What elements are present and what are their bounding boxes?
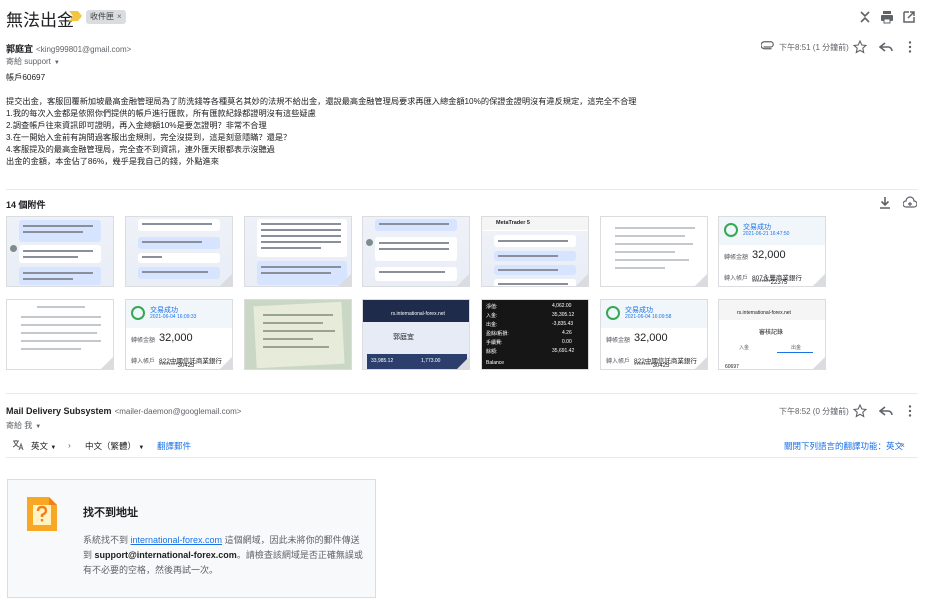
bounce-title: 找不到地址 <box>83 507 138 519</box>
importance-marker-icon[interactable] <box>69 11 82 21</box>
attachment-thumbnail[interactable] <box>600 216 708 287</box>
sender-email: <mailer-daemon@googlemail.com> <box>114 407 242 416</box>
warning-question-icon <box>27 497 57 531</box>
body-line: 1.我的每次入金都是依照你們提供的帳戶進行匯款，所有匯款紀錄都證明沒有這些疑慮 <box>6 109 316 118</box>
attachments-count: 14 個附件 <box>6 200 46 210</box>
message-header: 郭庭宜 <king999801@gmail.com> 寄給 support ▼ 下午… <box>0 40 927 70</box>
turn-off-translation-link[interactable]: 關閉下列語言的翻譯功能：英文 <box>784 440 903 452</box>
star-icon[interactable] <box>853 40 867 54</box>
translate-bar: 英文 ▼ › 中文（繁體） ▼ 翻譯郵件 關閉下列語言的翻譯功能：英文 × <box>0 434 927 456</box>
chevron-down-icon[interactable]: ▼ <box>54 60 60 66</box>
attachment-thumbnail[interactable] <box>362 216 470 287</box>
recipient-details[interactable]: 寄給 我 ▼ <box>6 420 41 431</box>
open-in-new-window-icon[interactable] <box>901 9 917 25</box>
close-translate-icon[interactable]: × <box>900 440 905 450</box>
attachment-thumbnail[interactable] <box>6 216 114 287</box>
remove-label-icon[interactable]: × <box>117 12 122 21</box>
body-line: 3.在一開始入金前有詢問過客服出金規則，完全沒提到，這是刻意隱瞞？還是？ <box>6 133 292 142</box>
print-icon[interactable] <box>879 9 895 25</box>
chevron-down-icon: ▼ <box>138 445 145 451</box>
message-time: 下午8:51 (1 分鐘前) <box>779 43 849 52</box>
email-subject: 無法出金 <box>6 11 74 30</box>
attachment-thumbnail[interactable] <box>125 216 233 287</box>
attachment-thumbnail[interactable] <box>244 299 352 370</box>
translate-message-link[interactable]: 翻譯郵件 <box>157 440 191 452</box>
attachment-thumbnail[interactable]: rs.international-forex.net 審核記錄 入金 出金 60… <box>718 299 826 370</box>
domain-link[interactable]: international-forex.com <box>131 535 223 545</box>
download-all-icon[interactable] <box>878 196 892 210</box>
message-time: 下午8:52 (0 分鐘前) <box>779 407 849 416</box>
attachment-thumbnail[interactable]: 淨值: 4,062.00 入金: 35,305.12 出金: -3,835.43 盈餘… <box>481 299 589 370</box>
body-line: 提交出金，客服回覆新加坡最高金融管理局為了防洗錢等各種莫名其妙的法規不給出金，還… <box>6 97 637 106</box>
attachment-icon <box>761 41 774 50</box>
body-line: 出金的金額，本金佔了86%，幾乎是我自己的錢，外點進來 <box>6 157 219 166</box>
attachment-thumbnail[interactable]: rs.international-forex.net 郭庭宜 33,985.12… <box>362 299 470 370</box>
star-icon[interactable] <box>853 404 867 418</box>
body-line: 4.客服提及的最高金融管理局，完全查不到資訊，連外匯天眼都表示沒聽過 <box>6 145 275 154</box>
chevron-down-icon: ▼ <box>50 445 57 451</box>
attachment-thumbnail[interactable] <box>244 216 352 287</box>
inbox-label-chip[interactable]: 收件匣 × <box>86 10 126 24</box>
more-options-icon[interactable] <box>903 40 917 54</box>
divider <box>6 457 918 458</box>
body-line: 2.調查帳戶往來資訊即可證明，再入金總額10%是要怎證明？非常不合理 <box>6 121 267 130</box>
sender-name[interactable]: Mail Delivery Subsystem <mailer-daemon@go… <box>6 406 241 416</box>
message-header: Mail Delivery Subsystem <mailer-daemon@go… <box>0 404 927 434</box>
attachment-thumbnail[interactable] <box>6 299 114 370</box>
add-to-drive-icon[interactable] <box>903 196 917 210</box>
reply-icon[interactable] <box>879 40 893 54</box>
arrow-right-icon: › <box>68 440 71 450</box>
body-line: 帳戶60697 <box>6 73 46 82</box>
divider <box>6 189 918 190</box>
bounce-message: 系統找不到 international-forex.com 這個網域，因此未將你… <box>83 535 363 575</box>
subject-row: 無法出金 收件匣 × <box>0 0 927 34</box>
reply-icon[interactable] <box>879 404 893 418</box>
sender-name[interactable]: 郭庭宜 <king999801@gmail.com> <box>6 42 131 55</box>
chevron-down-icon[interactable]: ▼ <box>35 424 41 430</box>
recipient-address: support@international-forex.com <box>94 550 237 560</box>
more-options-icon[interactable] <box>903 404 917 418</box>
translate-icon <box>12 440 24 451</box>
attachment-thumbnail[interactable]: MetaTrader 5 <box>481 216 589 287</box>
recipient-details[interactable]: 寄給 support ▼ <box>6 56 60 67</box>
collapse-all-icon[interactable] <box>857 9 873 25</box>
attachment-thumbnail[interactable]: 交易成功 2021-06-04 16:09:33 轉帳金額 32,000 轉入帳… <box>125 299 233 370</box>
bounce-notice-card: 找不到地址 系統找不到 international-forex.com 這個網域… <box>7 479 376 598</box>
source-language-select[interactable]: 英文 ▼ <box>31 440 56 452</box>
divider <box>6 393 918 394</box>
sender-email: <king999801@gmail.com> <box>36 45 132 54</box>
attachment-thumbnail[interactable]: 交易成功 2021-06-04 16:09:58 轉帳金額 32,000 轉入帳… <box>600 299 708 370</box>
target-language-select[interactable]: 中文（繁體） ▼ <box>85 440 144 452</box>
attachment-thumbnail[interactable]: 交易成功 2021-06-21 16:47:50 轉帳金額 32,000 轉入帳… <box>718 216 826 287</box>
